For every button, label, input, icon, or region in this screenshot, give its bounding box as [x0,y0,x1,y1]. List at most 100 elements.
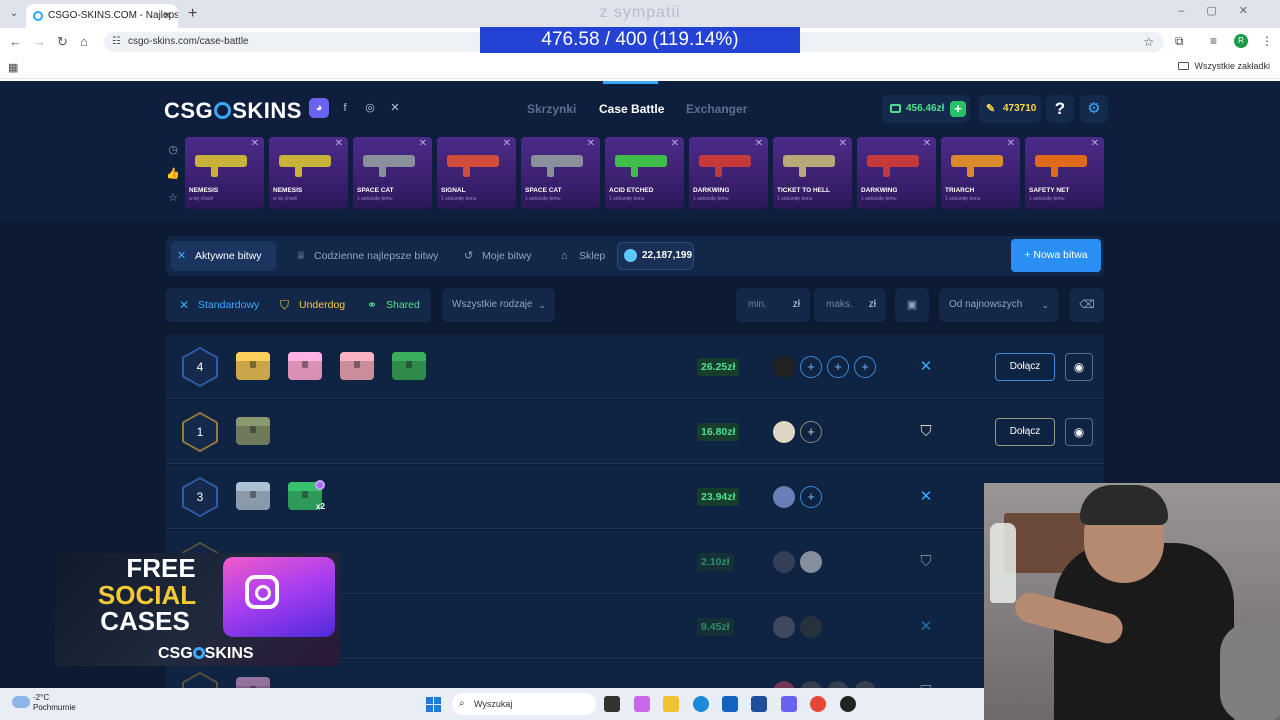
window-controls[interactable]: –▢✕ [1178,4,1270,17]
gems-balance[interactable]: 22,187,199 [617,242,694,270]
max-price-input[interactable]: maks. zł [814,288,886,322]
join-battle-button[interactable]: Dołącz [995,418,1055,446]
close-icon[interactable]: ✕ [419,138,427,149]
empty-slot-plus-icon[interactable]: + [800,356,822,378]
browser-menu-icon[interactable]: ⋮ [1261,34,1273,48]
sort-select[interactable]: Od najnowszych ⌄ [939,288,1058,322]
live-drop-item[interactable]: ✕ SIGNAL 1 sekundę temu [437,137,516,209]
battle-row[interactable]: 1 16.80zł + ⛉ Dołącz ◉ [166,400,1104,464]
close-icon[interactable]: ✕ [335,138,343,149]
tab-active-battles[interactable]: ✕ Aktywne bitwy [171,241,276,271]
nav-exchanger[interactable]: Exchanger [686,102,747,116]
instagram-icon[interactable]: ◎ [360,98,380,118]
live-drop-item[interactable]: ✕ SAFETY NET 1 sekundę temu [1025,137,1104,209]
close-icon[interactable]: ✕ [251,138,259,149]
close-icon[interactable]: ✕ [1091,138,1099,149]
empty-slot-plus-icon[interactable]: + [854,356,876,378]
home-icon[interactable]: ⌂ [80,34,88,49]
empty-slot-plus-icon[interactable]: + [800,421,822,443]
new-battle-button[interactable]: + Nowa bitwa [1011,239,1101,272]
watch-eye-icon[interactable]: ◉ [1065,418,1093,446]
cloud-icon[interactable] [12,696,30,708]
coins-balance[interactable]: ✎ 473710 [979,95,1041,123]
profile-avatar[interactable]: R [1234,34,1248,48]
obs-icon[interactable] [840,696,856,712]
player-avatar[interactable] [800,616,822,638]
copilot-icon[interactable] [634,696,650,712]
filter-standard[interactable]: ✕ Standardowy [179,288,259,322]
wallet-balance[interactable]: 456.46zł + [882,95,970,123]
all-types-select[interactable]: Wszystkie rodzaje ⌄ [442,288,555,322]
close-icon[interactable]: ✕ [839,138,847,149]
watch-eye-icon[interactable]: ◉ [1065,353,1093,381]
live-drop-item[interactable]: ✕ ACID ETCHED 1 sekundę temu [605,137,684,209]
new-tab-icon[interactable]: + [188,5,197,23]
apps-grid-icon[interactable]: ▦ [8,61,18,74]
discord-taskbar-icon[interactable] [781,696,797,712]
filter-toggle-icon[interactable]: ▣ [895,288,929,322]
back-icon[interactable]: ← [9,34,22,49]
site-logo[interactable]: CSG SKINS [164,98,302,124]
task-view-icon[interactable] [604,696,620,712]
edge-icon[interactable] [693,696,709,712]
live-drop-item[interactable]: ✕ DARKWING 1 sekundę temu [689,137,768,209]
x-twitter-icon[interactable]: ✕ [385,98,405,118]
battle-row[interactable]: 4 26.25zł + + + ✕ Dołącz ◉ [166,335,1104,399]
extensions-icon[interactable]: ⧉ [1175,34,1184,49]
tab-daily-best[interactable]: ♕ Codzienne najlepsze bitwy [290,241,438,271]
weather-widget[interactable]: -2°C Pochmurnie [33,693,76,713]
taskbar-search[interactable]: ⌕ Wyszukaj [452,693,596,715]
player-avatar[interactable] [773,421,795,443]
player-avatar[interactable] [773,551,795,573]
close-tab-icon[interactable]: ✕ [163,4,172,28]
facebook-icon[interactable]: f [335,98,355,118]
file-explorer-icon[interactable] [663,696,679,712]
discord-icon[interactable]: ◕ [309,98,329,118]
all-bookmarks-button[interactable]: Wszystkie zakładki [1178,61,1270,71]
live-drop-item[interactable]: ✕ TICKET TO HELL 1 sekundę temu [773,137,852,209]
live-drop-item[interactable]: ✕ DARKWING 1 sekundę temu [857,137,936,209]
close-icon[interactable]: ✕ [755,138,763,149]
close-icon[interactable]: ✕ [1007,138,1015,149]
star-icon[interactable]: ☆ [166,191,180,215]
thumbs-up-icon[interactable]: 👍 [166,167,180,191]
deposit-plus-button[interactable]: + [950,101,966,117]
recent-clock-icon[interactable]: ◷ [166,143,180,167]
empty-slot-plus-icon[interactable]: + [827,356,849,378]
site-info-icon[interactable]: ☷ [112,32,121,52]
reload-icon[interactable]: ↻ [57,34,68,50]
live-drop-item[interactable]: ✕ NEMESIS w tej chwili [269,137,348,209]
player-avatar[interactable] [800,551,822,573]
live-drop-item[interactable]: ✕ TRIARCH 1 sekundę temu [941,137,1020,209]
reading-list-icon[interactable]: ≡ [1210,34,1217,48]
store-icon[interactable] [751,696,767,712]
tab-shop[interactable]: ⌂ Sklep [555,241,605,271]
join-battle-button[interactable]: Dołącz [995,353,1055,381]
close-icon[interactable]: ✕ [923,138,931,149]
battle-row[interactable]: 3 x2 23.94zł + ✕ [166,465,1104,529]
help-button[interactable]: ? [1046,95,1074,123]
live-drop-item[interactable]: ✕ SPACE CAT 1 sekundę temu [521,137,600,209]
close-icon[interactable]: ✕ [587,138,595,149]
player-avatar[interactable] [773,486,795,508]
windows-start-icon[interactable] [426,697,441,712]
tab-list-icon[interactable]: ⌄ [6,6,22,22]
nav-cases[interactable]: Skrzynki [527,102,576,116]
chrome-icon[interactable] [810,696,826,712]
outlook-icon[interactable] [722,696,738,712]
empty-slot-plus-icon[interactable]: + [800,486,822,508]
nav-case-battle[interactable]: Case Battle [599,102,664,116]
min-price-input[interactable]: min. zł [736,288,810,322]
close-icon[interactable]: ✕ [503,138,511,149]
live-drop-item[interactable]: ✕ NEMESIS w tej chwili [185,137,264,209]
filter-underdog[interactable]: ⛉ Underdog [280,288,345,322]
forward-icon[interactable]: → [33,34,46,49]
live-drop-item[interactable]: ✕ SPACE CAT 1 sekundę temu [353,137,432,209]
filter-shared[interactable]: ⚭ Shared [367,288,420,322]
player-avatar[interactable] [773,616,795,638]
close-icon[interactable]: ✕ [671,138,679,149]
clear-filters-eraser-icon[interactable]: ⌫ [1070,288,1104,322]
browser-tab[interactable]: CSGO-SKINS.COM - Najlepsze ✕ [26,4,178,28]
settings-gear-icon[interactable]: ⚙ [1080,95,1108,123]
tab-my-battles[interactable]: ↺ Moje bitwy [458,241,532,271]
